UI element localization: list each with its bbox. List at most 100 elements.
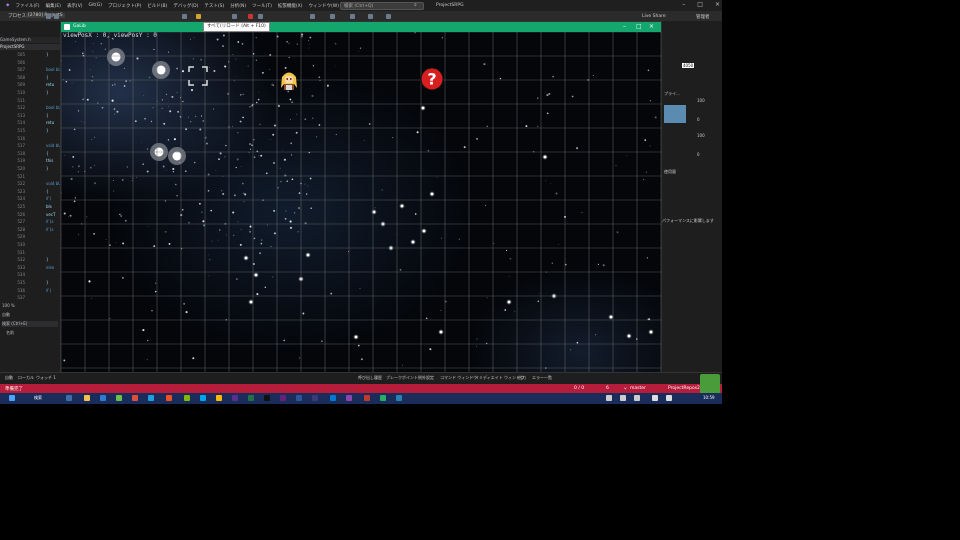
- question-mark-icon[interactable]: ?: [420, 67, 444, 91]
- menu-edit[interactable]: 編集(E): [46, 3, 61, 9]
- menu-debug[interactable]: デバッグ(D): [173, 3, 198, 9]
- taskbar-app-icon[interactable]: [364, 395, 370, 401]
- menu-extensions[interactable]: 拡張機能(X): [278, 3, 303, 9]
- taskbar-app-icon[interactable]: [232, 395, 238, 401]
- line-number: 532: [17, 257, 25, 263]
- zoom-level[interactable]: 100 %: [2, 303, 15, 308]
- status-sync-counter[interactable]: 0 / 0: [574, 386, 584, 391]
- menu-window[interactable]: ウィンドウ(W): [308, 3, 338, 9]
- taskbar-app-icon[interactable]: [166, 395, 172, 401]
- line-number: 523: [17, 188, 25, 194]
- stop-icon[interactable]: [248, 14, 253, 19]
- taskbar-app-icon[interactable]: [66, 395, 72, 401]
- taskbar-app-icon[interactable]: [380, 395, 386, 401]
- menu-tools[interactable]: ツール(T): [252, 3, 272, 9]
- desktop-screen: ◆ ファイル(F) 編集(E) 表示(V) Git(G) プロジェクト(P) ビ…: [0, 0, 722, 404]
- status-pencil-count[interactable]: 6: [606, 386, 609, 391]
- status-branch[interactable]: master: [630, 386, 646, 391]
- menu-build[interactable]: ビルド(B): [147, 3, 167, 9]
- reload-tooltip: すべて(リロード (Alt + F10): [203, 22, 270, 32]
- code-line: if (: [46, 287, 52, 293]
- toolbar-icon[interactable]: [368, 14, 373, 19]
- taskbar-app-icon[interactable]: [312, 395, 318, 401]
- taskbar-app-icon[interactable]: [280, 395, 286, 401]
- menu-project[interactable]: プロジェクト(P): [108, 3, 141, 9]
- game-window-titlebar[interactable]: GaLib – □ ×: [61, 22, 661, 32]
- status-repo[interactable]: ProjectRepos2: [668, 386, 700, 391]
- java-app-icon[interactable]: [700, 374, 720, 394]
- toolbar-icon[interactable]: [330, 14, 335, 19]
- network-icon[interactable]: [652, 395, 658, 401]
- status-bar: 準備完了 0 / 0 6 ⑂ master ProjectRepos2: [0, 384, 722, 393]
- menu-analyze[interactable]: 分析(N): [230, 3, 246, 9]
- tab-call-stack[interactable]: 呼び出し履歴: [358, 375, 382, 381]
- autos-search-input[interactable]: 検索 (Ctrl+E): [2, 321, 58, 327]
- taskbar-app-icon[interactable]: [396, 395, 402, 401]
- reload-icon[interactable]: [196, 14, 201, 19]
- code-line: }: [46, 257, 49, 263]
- taskbar-app-icon[interactable]: [100, 395, 106, 401]
- code-area[interactable]: 505} 506 507 bool bUni 508{509 retu 510} 511 512…: [0, 50, 65, 302]
- taskbar-app-icon[interactable]: [184, 395, 190, 401]
- tray-icon[interactable]: [634, 395, 640, 401]
- code-line: this: [46, 158, 54, 164]
- toolbar-icon[interactable]: [386, 14, 391, 19]
- edge-icon[interactable]: [148, 395, 154, 401]
- minimize-icon[interactable]: –: [623, 23, 626, 30]
- toolbar-icon[interactable]: [232, 14, 237, 19]
- close-icon[interactable]: ×: [649, 23, 654, 30]
- minimize-icon[interactable]: –: [682, 1, 685, 10]
- line-number: 534: [17, 272, 25, 278]
- tab-command-window[interactable]: コマンド ウィンドウ: [440, 375, 477, 381]
- line-number: 530: [17, 242, 25, 247]
- axis-0-a: 0: [697, 117, 700, 122]
- selection-cursor: [188, 66, 208, 86]
- taskbar-app-icon[interactable]: [330, 395, 336, 401]
- terminal-icon[interactable]: [264, 395, 270, 401]
- tab-breakpoints[interactable]: ブレークポイント: [386, 375, 418, 381]
- toolbar-icon[interactable]: [54, 14, 59, 19]
- taskbar-app-icon[interactable]: [132, 395, 138, 401]
- maximize-icon[interactable]: □: [697, 1, 703, 10]
- maximize-icon[interactable]: □: [636, 23, 642, 30]
- line-number: 515: [17, 128, 25, 133]
- menu-file[interactable]: ファイル(F): [15, 3, 39, 9]
- taskbar-app-icon[interactable]: [116, 395, 122, 401]
- windows-start-icon[interactable]: [9, 395, 15, 401]
- toolbar-icon[interactable]: [46, 14, 51, 19]
- branch-icon: ⑂: [624, 387, 627, 392]
- tab-output[interactable]: 出力: [518, 375, 526, 381]
- restart-icon[interactable]: [258, 14, 263, 19]
- taskbar-app-icon[interactable]: [296, 395, 302, 401]
- taskbar-app-icon[interactable]: [248, 395, 254, 401]
- toolbar-icon[interactable]: [182, 14, 187, 19]
- tray-icon[interactable]: [620, 395, 626, 401]
- tab-exception-settings[interactable]: 例外設定: [418, 375, 434, 381]
- editor-tab[interactable]: GameSystem.h: [0, 37, 60, 43]
- taskbar-search[interactable]: 検索: [34, 395, 42, 401]
- explorer-icon[interactable]: [84, 395, 90, 401]
- toolbar-icon[interactable]: [350, 14, 355, 19]
- live-share-button[interactable]: Live Share: [642, 14, 666, 19]
- toolbar-icon[interactable]: [310, 14, 315, 19]
- taskbar-clock[interactable]: 10:59: [703, 395, 715, 400]
- tab-watch[interactable]: ウォッチ 1: [36, 375, 56, 381]
- volume-icon[interactable]: [666, 395, 672, 401]
- tray-icon[interactable]: [606, 395, 612, 401]
- menu-git[interactable]: Git(G): [89, 3, 103, 8]
- tab-locals[interactable]: ローカル: [18, 375, 34, 381]
- taskbar-app-icon[interactable]: [216, 395, 222, 401]
- tab-immediate-window[interactable]: イミディエイト ウィンドウ: [475, 375, 524, 381]
- close-icon[interactable]: ×: [715, 1, 720, 10]
- tab-error-list[interactable]: エラー一覧: [532, 375, 552, 381]
- visual-studio-icon[interactable]: [346, 395, 352, 401]
- character-sprite[interactable]: [278, 68, 300, 91]
- game-window[interactable]: GaLib – □ × ? viewPosX : 0, viewPosY: 0: [60, 21, 662, 373]
- memory-graph: [664, 105, 686, 123]
- game-field[interactable]: ? viewPosX : 0, viewPosY : 0: [61, 32, 661, 372]
- search-input[interactable]: 検索 (Ctrl+Q): [340, 2, 424, 10]
- taskbar-app-icon[interactable]: [200, 395, 206, 401]
- menu-view[interactable]: 表示(V): [67, 3, 83, 9]
- menu-test[interactable]: テスト(S): [204, 3, 224, 9]
- tab-autos[interactable]: 自動: [5, 375, 13, 381]
